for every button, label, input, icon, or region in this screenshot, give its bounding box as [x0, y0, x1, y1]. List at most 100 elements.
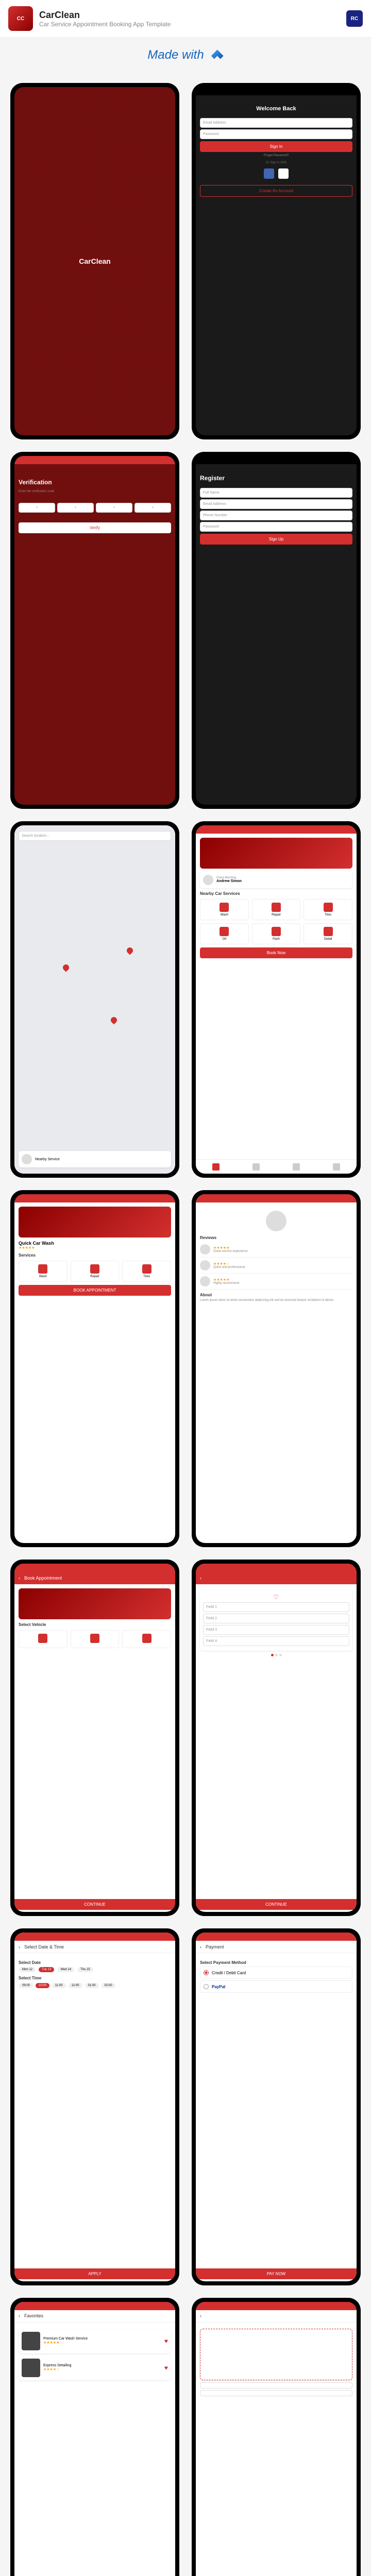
- service-repair[interactable]: Repair: [252, 899, 301, 920]
- email-input[interactable]: Email Address: [200, 499, 352, 509]
- pay-button[interactable]: PAY NOW: [196, 2268, 357, 2279]
- status-bar: [196, 2302, 357, 2310]
- time-chip[interactable]: 12:00: [69, 1983, 82, 1988]
- date-chip[interactable]: Wed 14: [57, 1967, 74, 1972]
- text-input[interactable]: [200, 2382, 352, 2388]
- provider-hero: [19, 1207, 171, 1238]
- phone-input[interactable]: Phone Number: [200, 511, 352, 520]
- favorite-item[interactable]: Premium Car Wash Service★★★★★♥: [19, 2329, 171, 2353]
- book-button[interactable]: Book Now: [200, 947, 352, 958]
- vehicle-option[interactable]: [19, 1630, 68, 1648]
- vendor-badge: RC: [346, 10, 363, 27]
- user-avatar: [203, 875, 213, 885]
- payment-paypal-option[interactable]: PayPal: [200, 1980, 352, 1993]
- status-bar: [14, 2302, 175, 2310]
- map-marker-icon[interactable]: [110, 1015, 119, 1024]
- email-input[interactable]: Email Address: [200, 118, 352, 128]
- app-subtitle: Car Service Appointment Booking App Temp…: [39, 21, 171, 28]
- nav-bar: ‹: [196, 1572, 357, 1584]
- or-divider: Or Sign in With: [200, 161, 352, 164]
- service-item[interactable]: Wash: [19, 1261, 68, 1282]
- time-chip[interactable]: 01:00: [85, 1983, 99, 1988]
- phone-frame: ‹Favorites Premium Car Wash Service★★★★★…: [10, 2298, 179, 2576]
- status-bar: [196, 456, 357, 464]
- forgot-link[interactable]: Forgot Password?: [202, 154, 350, 157]
- signin-button[interactable]: Sign In: [200, 141, 352, 152]
- facebook-icon[interactable]: [264, 168, 274, 179]
- provider-avatar: [266, 1211, 286, 1231]
- nav-search-icon[interactable]: [252, 1163, 260, 1171]
- review-item: ★★★★★Great service experience: [200, 1242, 352, 1258]
- nav-profile-icon[interactable]: [333, 1163, 340, 1171]
- service-item[interactable]: Tires: [122, 1261, 171, 1282]
- back-icon[interactable]: ‹: [19, 2313, 20, 2318]
- vehicle-option[interactable]: [71, 1630, 120, 1648]
- field-input[interactable]: Field 4: [203, 1636, 349, 1646]
- field-input[interactable]: Field 3: [203, 1625, 349, 1635]
- nav-home-icon[interactable]: [212, 1163, 220, 1171]
- nav-bookings-icon[interactable]: [293, 1163, 300, 1171]
- signup-button[interactable]: Create An Account: [200, 185, 352, 197]
- map-marker-icon[interactable]: [126, 946, 134, 955]
- vehicle-option[interactable]: [122, 1630, 171, 1648]
- time-chip[interactable]: 11:00: [52, 1983, 66, 1988]
- user-card[interactable]: Good MorningAndrew Simon: [200, 872, 352, 888]
- time-chip-selected[interactable]: 10:00: [36, 1983, 49, 1988]
- favorite-item[interactable]: Express Detailing★★★★☆♥: [19, 2355, 171, 2380]
- back-icon[interactable]: ‹: [200, 2313, 201, 2318]
- service-icon: [142, 1264, 151, 1274]
- upload-area[interactable]: [200, 2329, 352, 2380]
- date-chip[interactable]: Thu 15: [77, 1967, 93, 1972]
- register-title: Register: [200, 474, 352, 482]
- back-icon[interactable]: ‹: [200, 1575, 201, 1581]
- otp-digit[interactable]: •: [19, 503, 55, 513]
- field-input[interactable]: Field 1: [203, 1602, 349, 1612]
- password-input[interactable]: Password: [200, 522, 352, 532]
- google-icon[interactable]: [278, 168, 289, 179]
- time-chip[interactable]: 02:00: [102, 1983, 115, 1988]
- heart-icon[interactable]: ♡: [203, 1594, 349, 1601]
- map-result-card[interactable]: Nearby Service: [19, 1151, 171, 1167]
- phone-frame: ‹: [192, 2298, 361, 2576]
- otp-digit[interactable]: •: [96, 503, 132, 513]
- back-icon[interactable]: ‹: [19, 1575, 20, 1581]
- continue-button[interactable]: CONTINUE: [196, 1899, 357, 1910]
- signup-button[interactable]: Sign Up: [200, 534, 352, 545]
- continue-button[interactable]: CONTINUE: [14, 1899, 175, 1910]
- service-oil[interactable]: Oil: [200, 923, 249, 944]
- book-appointment-button[interactable]: BOOK APPOINTMENT: [19, 1285, 171, 1296]
- phone-frame: Verification Enter the verification code…: [10, 452, 179, 808]
- back-icon[interactable]: ‹: [200, 1944, 201, 1950]
- time-chip[interactable]: 09:00: [19, 1983, 33, 1988]
- service-item[interactable]: Repair: [71, 1261, 120, 1282]
- service-wash[interactable]: Wash: [200, 899, 249, 920]
- payment-card-option[interactable]: Credit / Debit Card: [200, 1967, 352, 1979]
- services-grid: Wash Repair Tires Oil Paint Detail: [200, 899, 352, 944]
- date-chip[interactable]: Mon 12: [19, 1967, 36, 1972]
- service-tires[interactable]: Tires: [303, 899, 352, 920]
- field-input[interactable]: Field 2: [203, 1614, 349, 1623]
- status-bar: [14, 1933, 175, 1941]
- verify-button[interactable]: Verify: [19, 522, 171, 533]
- status-bar: [196, 87, 357, 95]
- otp-digit[interactable]: •: [57, 503, 94, 513]
- text-input[interactable]: [200, 2390, 352, 2396]
- map-marker-icon[interactable]: [61, 963, 70, 972]
- date-chip-selected[interactable]: Tue 13: [39, 1967, 54, 1972]
- heart-icon[interactable]: ♥: [164, 2364, 168, 2371]
- password-input[interactable]: Password: [200, 129, 352, 139]
- service-paint[interactable]: Paint: [252, 923, 301, 944]
- map-search[interactable]: Search location...: [19, 831, 171, 841]
- map-view[interactable]: Search location... Nearby Service: [14, 825, 175, 1174]
- reviewer-avatar: [200, 1276, 210, 1286]
- apply-button[interactable]: APPLY: [14, 2268, 175, 2279]
- back-icon[interactable]: ‹: [19, 1944, 20, 1950]
- repair-icon: [272, 903, 281, 912]
- phone-frame: ‹Payment Select Payment Method Credit / …: [192, 1928, 361, 2285]
- name-input[interactable]: Full Name: [200, 488, 352, 498]
- otp-digit[interactable]: •: [134, 503, 171, 513]
- review-item: ★★★★☆Quick and professional: [200, 1258, 352, 1274]
- reviewer-avatar: [200, 1260, 210, 1270]
- service-detail[interactable]: Detail: [303, 923, 352, 944]
- heart-icon[interactable]: ♥: [164, 2337, 168, 2345]
